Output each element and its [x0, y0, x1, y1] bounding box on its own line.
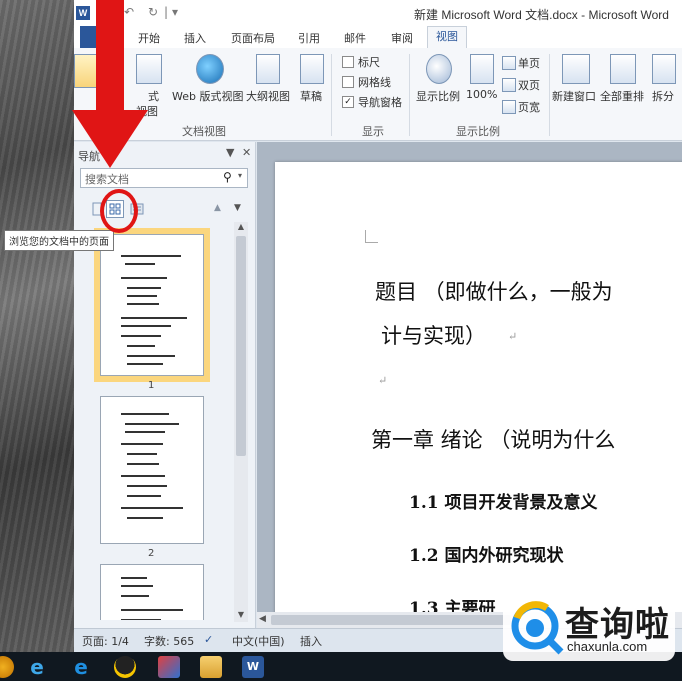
tab-insert[interactable]: 插入	[184, 30, 206, 46]
nav-pane-label: 导航窗格	[358, 96, 402, 109]
two-pages-icon[interactable]	[502, 78, 516, 92]
outline-icon[interactable]	[256, 54, 280, 84]
proofing-icon[interactable]: ✓	[204, 633, 213, 646]
tab-page-layout[interactable]: 页面布局	[231, 30, 275, 46]
nav-pane-close-icon[interactable]: ✕	[242, 146, 251, 159]
scrollbar-thumb[interactable]	[236, 236, 246, 456]
ribbon-view: 式 视图 Web 版式视图 大纲视图 草稿 文档视图 标尺 网格线 ✓ 导航窗格…	[74, 48, 682, 141]
page-width-icon[interactable]	[502, 100, 516, 114]
draft-icon[interactable]	[300, 54, 324, 84]
ribbon-separator	[331, 54, 332, 136]
watermark-logo: 查询啦 chaxunla.com	[503, 595, 675, 661]
file-explorer-icon[interactable]	[200, 656, 222, 678]
tab-view[interactable]: 视图	[427, 26, 467, 49]
margin-corner-mark	[365, 230, 378, 243]
red-arrow-annotation	[72, 0, 148, 168]
tab-mailings[interactable]: 邮件	[344, 30, 366, 46]
ribbon-tabs: 开始 插入 页面布局 引用 邮件 审阅 视图	[74, 26, 682, 49]
arrange-all-icon[interactable]	[610, 54, 636, 84]
split-icon[interactable]	[652, 54, 676, 84]
document-page[interactable]: 题目 （即做什么，一般为 计与实现） ↵ ↵ 第一章 绪论 （说明为什么 1.1…	[275, 162, 682, 622]
page-thumbnail-2[interactable]	[100, 396, 204, 544]
watermark-domain: chaxunla.com	[567, 639, 648, 654]
two-pages-button[interactable]: 双页	[518, 77, 540, 93]
arrange-all-button[interactable]: 全部重排	[600, 88, 644, 104]
page-thumbnail-3[interactable]	[100, 564, 204, 620]
page-width-button[interactable]: 页宽	[518, 99, 540, 115]
separator-icon: |	[164, 5, 169, 19]
zoom-button[interactable]: 显示比例	[416, 88, 460, 104]
next-page-icon[interactable]: ▼	[234, 203, 241, 213]
tooltip-browse-pages: 浏览您的文档中的页面	[4, 230, 114, 251]
hundred-percent-icon[interactable]	[470, 54, 494, 84]
doc-line-chapter-1: 第一章 绪论 （说明为什么	[371, 428, 616, 452]
red-circle-annotation	[100, 189, 138, 233]
horizontal-scrollbar-thumb[interactable]	[271, 615, 511, 625]
thumbnails-scrollbar[interactable]: ▲ ▼	[234, 222, 248, 622]
word-window: W | ↶ ↻ | ▾ 新建 Microsoft Word 文档.docx - …	[74, 0, 682, 653]
doc-line-section-1-1: 1.1 项目开发背景及意义	[409, 493, 598, 513]
window-title: 新建 Microsoft Word 文档.docx - Microsoft Wo…	[414, 8, 669, 22]
new-window-icon[interactable]	[562, 54, 590, 84]
language-status[interactable]: 中文(中国)	[232, 633, 285, 649]
start-orb-icon[interactable]	[0, 656, 14, 678]
group-label-zoom: 显示比例	[456, 125, 500, 138]
chevron-down-icon[interactable]: ▾	[238, 171, 242, 180]
group-label-document-views: 文档视图	[182, 125, 226, 138]
document-area: 题目 （即做什么，一般为 计与实现） ↵ ↵ 第一章 绪论 （说明为什么 1.1…	[257, 142, 682, 622]
doc-line-section-1-2: 1.2 国内外研究现状	[409, 546, 564, 566]
word-taskbar-icon[interactable]: W	[242, 656, 264, 678]
ribbon-separator	[549, 54, 550, 136]
page-thumbnails: 1 2	[80, 222, 238, 620]
insert-mode-status[interactable]: 插入	[300, 633, 322, 649]
scroll-up-icon[interactable]: ▲	[234, 222, 248, 234]
tab-references[interactable]: 引用	[298, 30, 320, 46]
doc-line-title: 题目 （即做什么，一般为	[375, 280, 613, 304]
paragraph-mark-icon: ↵	[508, 330, 518, 343]
ruler-label: 标尺	[358, 56, 380, 69]
ie-icon[interactable]: e	[26, 656, 48, 678]
ribbon-separator	[409, 54, 410, 136]
group-label-show: 显示	[362, 125, 384, 138]
paint-icon[interactable]	[158, 656, 180, 678]
new-window-button[interactable]: 新建窗口	[552, 88, 596, 104]
page-thumbnail-1[interactable]	[94, 228, 210, 382]
web-layout-icon[interactable]	[196, 54, 224, 84]
edge-icon[interactable]: e	[70, 656, 92, 678]
page-number-label: 1	[148, 380, 155, 391]
ruler-checkbox[interactable]	[342, 56, 354, 68]
search-icon[interactable]: ⚲	[223, 170, 232, 184]
previous-page-icon[interactable]: ▲	[214, 203, 221, 213]
page-count-status[interactable]: 页面: 1/4	[82, 633, 129, 649]
one-page-button[interactable]: 单页	[518, 55, 540, 71]
one-page-icon[interactable]	[502, 56, 516, 70]
zoom-icon[interactable]	[426, 54, 452, 84]
magnifier-logo-icon	[511, 601, 564, 655]
hundred-percent-button[interactable]: 100%	[466, 88, 497, 101]
nav-pane-checkbox[interactable]: ✓	[342, 96, 354, 108]
customize-qa-icon[interactable]: ▾	[172, 5, 178, 19]
split-button[interactable]: 拆分	[652, 88, 674, 104]
gridlines-label: 网格线	[358, 76, 391, 89]
draft-button[interactable]: 草稿	[300, 88, 322, 104]
scroll-down-icon[interactable]: ▼	[234, 610, 248, 622]
gridlines-checkbox[interactable]	[342, 76, 354, 88]
page-number-label: 2	[148, 548, 155, 559]
nav-pane-menu-icon[interactable]: ▼	[226, 146, 234, 159]
doc-line-title-cont: 计与实现）	[381, 324, 486, 348]
word-count-status[interactable]: 字数: 565	[144, 633, 194, 649]
title-bar: W | ↶ ↻ | ▾ 新建 Microsoft Word 文档.docx - …	[74, 0, 682, 26]
paragraph-mark-icon: ↵	[378, 374, 388, 387]
qq-icon[interactable]	[114, 656, 136, 678]
outline-button[interactable]: 大纲视图	[246, 88, 290, 104]
tab-review[interactable]: 审阅	[391, 30, 413, 46]
scroll-left-icon[interactable]: ◀	[259, 614, 266, 624]
web-layout-button[interactable]: Web 版式视图	[172, 88, 243, 104]
